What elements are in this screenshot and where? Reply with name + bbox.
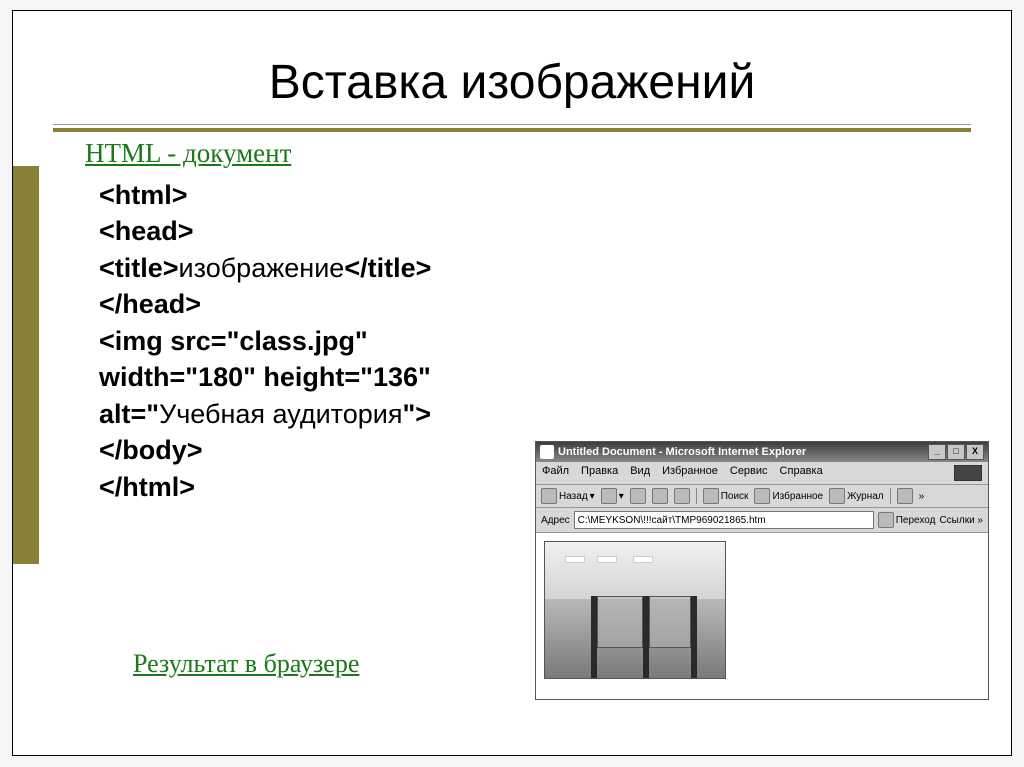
browser-window: Untitled Document - Microsoft Internet E…: [535, 441, 989, 700]
journal-label: Журнал: [847, 491, 884, 502]
ie-icon: [540, 445, 554, 459]
menubar: Файл Правка Вид Избранное Сервис Справка: [536, 462, 988, 485]
menu-view[interactable]: Вид: [630, 465, 650, 481]
code-line: </body>: [99, 435, 203, 465]
section-heading-result: Результат в браузере: [133, 649, 359, 679]
code-line: <head>: [99, 216, 194, 246]
address-label: Адрес: [541, 515, 570, 526]
forward-button[interactable]: ▾: [601, 488, 624, 504]
slide: Вставка изображений HTML - документ <htm…: [12, 10, 1012, 756]
go-label: Переход: [896, 515, 936, 526]
code-text: Учебная аудитория: [159, 399, 402, 429]
code-line: <title>: [99, 253, 179, 283]
toolbar: Назад ▾ ▾ Поиск Избранное Журнал »: [536, 485, 988, 508]
toolbar-overflow[interactable]: »: [919, 491, 925, 502]
minimize-button[interactable]: _: [928, 444, 946, 460]
search-icon: [703, 488, 719, 504]
titlebar[interactable]: Untitled Document - Microsoft Internet E…: [536, 442, 988, 462]
search-button[interactable]: Поиск: [703, 488, 749, 504]
back-button[interactable]: Назад ▾: [541, 488, 595, 504]
links-bar[interactable]: Ссылки »: [939, 515, 983, 526]
classroom-image: [544, 541, 726, 679]
left-accent-bar: [13, 166, 39, 564]
address-input[interactable]: [574, 511, 874, 529]
window-title: Untitled Document - Microsoft Internet E…: [558, 446, 806, 458]
go-icon: [878, 512, 894, 528]
mail-icon[interactable]: [897, 488, 913, 504]
address-bar: Адрес Переход Ссылки »: [536, 508, 988, 533]
forward-icon: [601, 488, 617, 504]
code-line: </head>: [99, 289, 201, 319]
page-content: [536, 533, 988, 699]
menu-edit[interactable]: Правка: [581, 465, 618, 481]
close-button[interactable]: X: [966, 444, 984, 460]
refresh-icon[interactable]: [652, 488, 668, 504]
menu-help[interactable]: Справка: [780, 465, 823, 481]
windows-logo-icon: [954, 465, 982, 481]
menu-file[interactable]: Файл: [542, 465, 569, 481]
journal-button[interactable]: Журнал: [829, 488, 884, 504]
menu-favorites[interactable]: Избранное: [662, 465, 718, 481]
code-text: изображение: [179, 253, 345, 283]
code-line: <html>: [99, 180, 188, 210]
back-icon: [541, 488, 557, 504]
favorites-button[interactable]: Избранное: [754, 488, 823, 504]
stop-icon[interactable]: [630, 488, 646, 504]
history-icon: [829, 488, 845, 504]
slide-title: Вставка изображений: [13, 55, 1011, 110]
maximize-button[interactable]: □: [947, 444, 965, 460]
go-button[interactable]: Переход: [878, 512, 936, 528]
code-line: <img src="class.jpg": [99, 326, 368, 356]
star-icon: [754, 488, 770, 504]
home-icon[interactable]: [674, 488, 690, 504]
favorites-label: Избранное: [772, 491, 823, 502]
section-heading-html-document: HTML - документ: [85, 138, 1011, 169]
menu-tools[interactable]: Сервис: [730, 465, 768, 481]
back-label: Назад: [559, 491, 588, 502]
code-line: ">: [402, 399, 431, 429]
code-line: alt=": [99, 399, 159, 429]
search-label: Поиск: [721, 491, 749, 502]
code-line: </title>: [344, 253, 431, 283]
code-line: width="180" height="136": [99, 362, 431, 392]
divider: [53, 124, 971, 132]
code-line: </html>: [99, 472, 195, 502]
